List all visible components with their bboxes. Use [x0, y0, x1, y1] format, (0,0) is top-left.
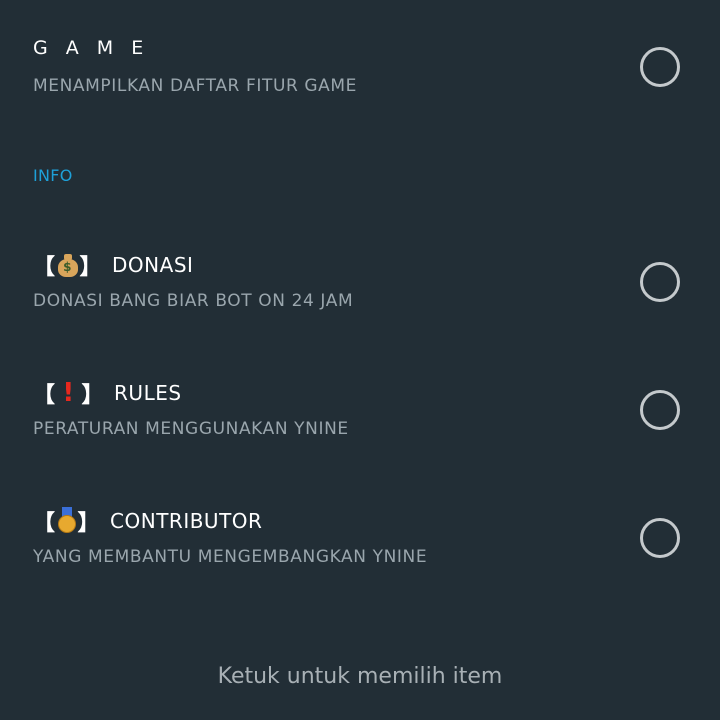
item-description: PERATURAN MENGGUNAKAN YNINE	[33, 419, 349, 439]
medal-icon	[56, 507, 78, 535]
item-title: DONASI	[112, 253, 194, 277]
item-title-row: 【 $ 】 DONASI	[33, 249, 193, 281]
list-item-game[interactable]: G A M E MENAMPILKAN DAFTAR FITUR GAME	[0, 20, 720, 130]
bracket-open: 【	[33, 255, 56, 280]
radio-button-game[interactable]	[640, 47, 680, 87]
item-title-row: 【 】 CONTRIBUTOR	[33, 505, 262, 537]
item-title: RULES	[114, 381, 182, 405]
list-item-rules[interactable]: 【 ! 】 RULES PERATURAN MENGGUNAKAN YNINE	[0, 363, 720, 473]
item-title: G A M E	[33, 37, 150, 59]
bracket-open: 【	[33, 511, 56, 536]
footer-hint: Ketuk untuk memilih item	[217, 664, 503, 689]
list-picker-screen: G A M E MENAMPILKAN DAFTAR FITUR GAME IN…	[0, 0, 720, 720]
item-title-row: 【 ! 】 RULES	[33, 377, 182, 409]
radio-button-rules[interactable]	[640, 390, 680, 430]
item-title: CONTRIBUTOR	[110, 509, 263, 533]
radio-button-contributor[interactable]	[640, 518, 680, 558]
bracket-close: 】	[81, 383, 105, 408]
list-item-contributor[interactable]: 【 】 CONTRIBUTOR YANG MEMBANTU MENGEMBANG…	[0, 491, 720, 601]
exclamation-icon: !	[62, 378, 75, 408]
bracket-close: 】	[77, 511, 101, 536]
item-description: MENAMPILKAN DAFTAR FITUR GAME	[33, 76, 358, 96]
bracket-close: 】	[79, 255, 103, 280]
list-item-donasi[interactable]: 【 $ 】 DONASI DONASI BANG BIAR BOT ON 24 …	[0, 235, 720, 345]
item-description: DONASI BANG BIAR BOT ON 24 JAM	[33, 291, 354, 311]
section-header-info: INFO	[33, 166, 73, 185]
money-bag-icon: $	[56, 252, 80, 278]
radio-button-donasi[interactable]	[640, 262, 680, 302]
item-description: YANG MEMBANTU MENGEMBANGKAN YNINE	[33, 547, 428, 567]
bracket-open: 【	[33, 383, 56, 408]
